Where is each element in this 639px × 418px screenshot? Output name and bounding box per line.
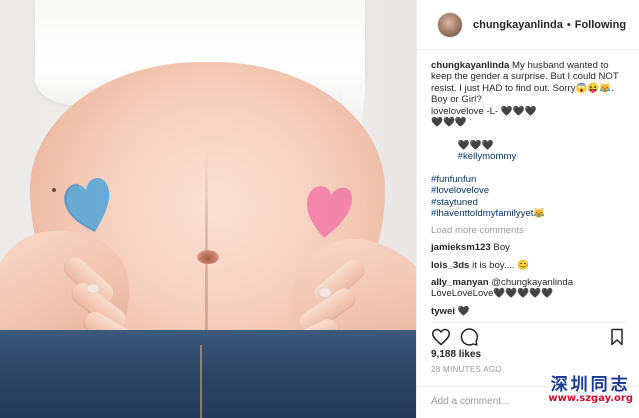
comment-text: Boy <box>493 242 510 254</box>
hashtag-link[interactable]: #ihaventtoldmyfamilyyet😹 <box>431 208 627 219</box>
heart-outline-icon[interactable] <box>431 327 451 347</box>
action-bar <box>431 322 627 346</box>
post-side-panel: chungkayanlinda • Following chungkayanli… <box>416 0 639 418</box>
post-caption: chungkayanlinda My husband wanted to kee… <box>431 60 627 220</box>
fingernail <box>86 283 100 294</box>
instagram-post: chungkayanlinda • Following chungkayanli… <box>0 0 639 418</box>
post-header: chungkayanlinda • Following <box>417 0 639 50</box>
comment: jamieksm123 Boy <box>431 242 627 253</box>
pink-heart-drawing <box>307 186 353 238</box>
site-watermark: 深圳同志 www.szgay.org <box>548 370 633 404</box>
comment-text: it is boy.... 😊 <box>472 259 530 271</box>
load-more-comments-link[interactable]: Load more comments <box>431 225 627 236</box>
caption-username[interactable]: chungkayanlinda <box>431 60 509 71</box>
comment-text: 🖤 <box>457 305 470 317</box>
comment-username[interactable]: ally_manyan <box>431 277 489 288</box>
navel <box>197 250 219 264</box>
comment-username[interactable]: jamieksm123 <box>431 242 491 253</box>
caption-hearts: 🖤🖤🖤 <box>457 139 494 151</box>
fingernail <box>318 287 332 298</box>
bookmark-icon[interactable] <box>607 327 627 347</box>
mole <box>52 188 56 192</box>
comment-username[interactable]: tywei <box>431 306 455 317</box>
comment: ally_manyan @chungkayanlinda LoveLoveLov… <box>431 277 627 300</box>
jeans-seam <box>200 345 202 418</box>
post-photo[interactable] <box>0 0 416 418</box>
comments-list: chungkayanlinda My husband wanted to kee… <box>417 50 639 317</box>
separator-dot: • <box>566 18 571 31</box>
comment: tywei 🖤 <box>431 306 627 317</box>
jeans <box>0 330 416 418</box>
avatar[interactable] <box>437 11 463 38</box>
caption-line: lovelovelove -L- 🖤🖤🖤 <box>431 105 537 117</box>
caption-line: 🖤🖤🖤 #kellymommy <box>431 128 627 174</box>
watermark-chinese-text: 深圳同志 <box>550 375 631 395</box>
hashtag-link[interactable]: #kellymommy <box>458 151 517 162</box>
hashtag-link[interactable]: #staytuned <box>431 197 627 208</box>
hashtag-link[interactable]: #lovelovelove <box>431 185 627 196</box>
likes-count[interactable]: 9,188 likes <box>431 349 481 360</box>
post-timestamp[interactable]: 28 MINUTES AGO <box>431 365 502 374</box>
following-button[interactable]: Following <box>575 19 626 31</box>
hashtag-link[interactable]: #funfunfun <box>431 174 627 185</box>
speech-bubble-icon[interactable] <box>459 327 479 347</box>
comment: lois_3ds it is boy.... 😊 <box>431 260 627 271</box>
author-username[interactable]: chungkayanlinda <box>473 19 563 31</box>
comment-username[interactable]: lois_3ds <box>431 260 469 271</box>
caption-line: Boy or Girl? <box>431 94 482 106</box>
watermark-url: www.szgay.org <box>548 393 633 404</box>
caption-line: 🖤🖤🖤 <box>431 117 467 129</box>
